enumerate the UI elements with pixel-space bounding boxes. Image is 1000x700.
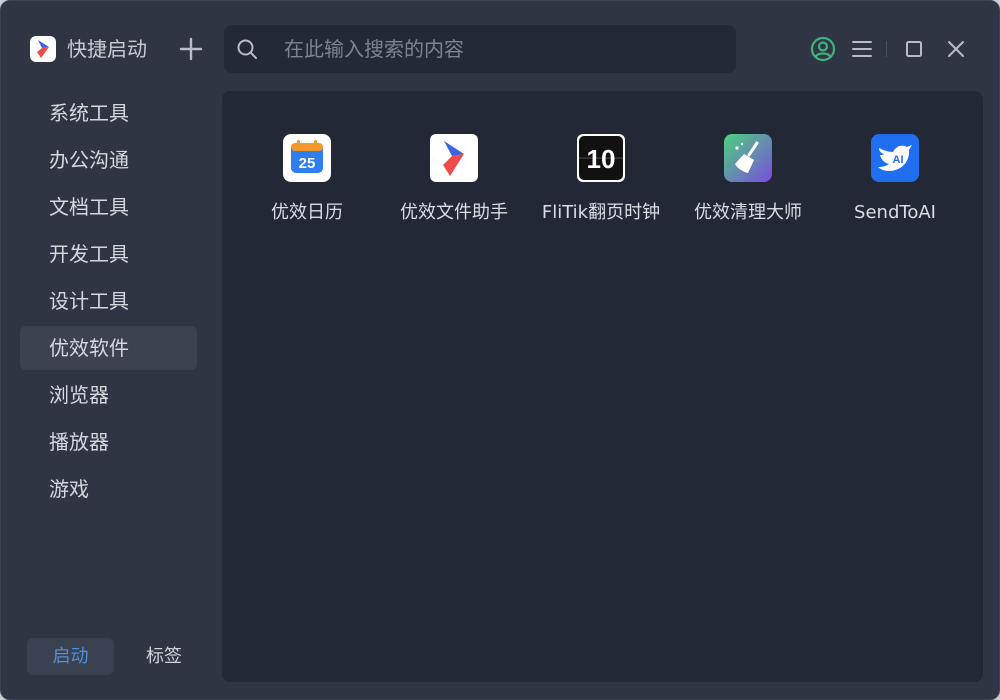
menu-icon[interactable] (849, 36, 875, 62)
sidebar-item-label: 开发工具 (49, 242, 129, 266)
app-label: SendToAI (854, 202, 936, 223)
sidebar-item-players[interactable]: 播放器 (20, 420, 197, 464)
sidebar-item-system-tools[interactable]: 系统工具 (20, 91, 197, 135)
user-icon[interactable] (810, 36, 836, 62)
app-label: 优效日历 (271, 202, 343, 223)
search-input[interactable] (284, 25, 724, 73)
sidebar-item-games[interactable]: 游戏 (20, 467, 197, 511)
search-box (224, 25, 736, 73)
sidebar-item-label: 办公沟通 (49, 148, 129, 172)
sidebar-item-label: 设计工具 (49, 289, 129, 313)
calendar-icon: 25 (283, 134, 331, 182)
flip-clock-icon: 10 (577, 134, 625, 182)
sidebar-item-document-tools[interactable]: 文档工具 (20, 185, 197, 229)
app-title: 快捷启动 (67, 37, 147, 61)
sidebar-item-label: 浏览器 (49, 383, 109, 407)
close-icon[interactable] (943, 36, 969, 62)
sidebar-item-label: 文档工具 (49, 195, 129, 219)
sidebar-item-label: 播放器 (49, 430, 109, 454)
file-assistant-icon (430, 134, 478, 182)
title-bar-divider (886, 41, 887, 57)
tab-tags[interactable]: 标签 (123, 638, 205, 675)
calendar-badge: 25 (299, 155, 316, 172)
app-label: 优效文件助手 (400, 202, 508, 223)
bird-ai-icon: AI (871, 134, 919, 182)
flip-clock-digits: 10 (587, 144, 616, 174)
tab-launch[interactable]: 启动 (27, 638, 114, 675)
app-grid: 25 优效日历 优效文件助手 10 FliTik翻页时钟 优效清理大师 AI S… (222, 91, 983, 682)
sidebar-item-youxiao-software[interactable]: 优效软件 (20, 326, 197, 370)
app-tile-file-assistant[interactable]: 优效文件助手 (384, 131, 524, 241)
sidebar-item-label: 系统工具 (49, 101, 129, 125)
app-label: FliTik翻页时钟 (541, 202, 661, 223)
app-tile-calendar[interactable]: 25 优效日历 (237, 131, 377, 241)
app-tile-sendtoai[interactable]: AI SendToAI (825, 131, 965, 241)
sidebar-item-office[interactable]: 办公沟通 (20, 138, 197, 182)
search-icon (237, 39, 257, 59)
sidebar-item-dev-tools[interactable]: 开发工具 (20, 232, 197, 276)
sidebar-item-label: 游戏 (49, 477, 89, 501)
app-label: 优效清理大师 (694, 202, 802, 223)
ai-badge: AI (893, 154, 904, 166)
sidebar-item-design-tools[interactable]: 设计工具 (20, 279, 197, 323)
sidebar-item-browsers[interactable]: 浏览器 (20, 373, 197, 417)
app-tile-cleaner[interactable]: 优效清理大师 (678, 131, 818, 241)
maximize-icon[interactable] (901, 36, 927, 62)
launcher-window: 快捷启动 系统工具 办公沟通 文档工具 开发工具 设计工具 优效软件 浏览器 播… (0, 0, 1000, 700)
app-tile-flitik[interactable]: 10 FliTik翻页时钟 (531, 131, 671, 241)
add-icon[interactable] (177, 35, 205, 63)
app-logo-icon (30, 36, 56, 62)
sidebar-item-label: 优效软件 (49, 336, 129, 360)
broom-icon (724, 134, 772, 182)
